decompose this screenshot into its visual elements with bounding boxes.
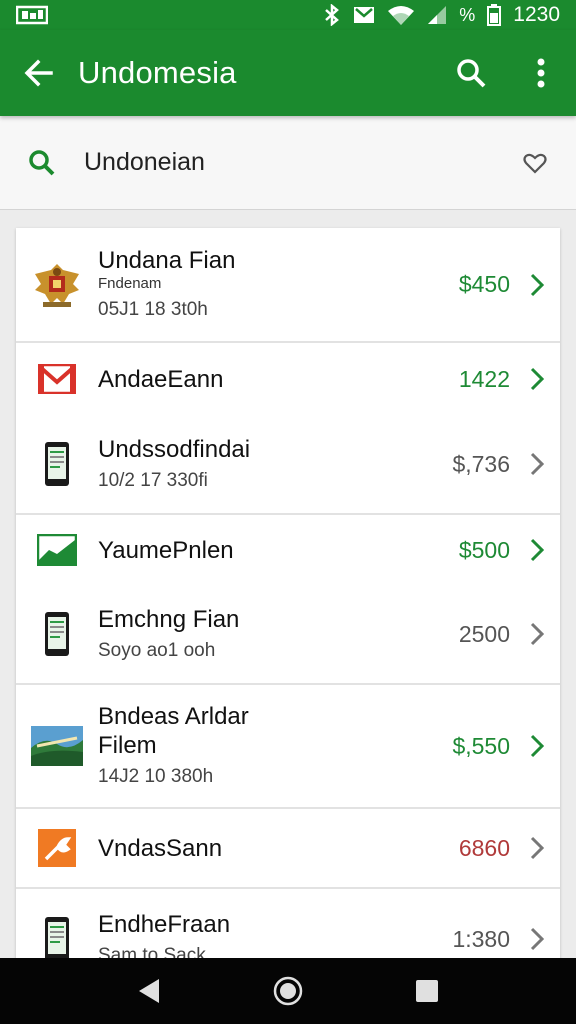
phone-icon [45,612,69,656]
item-subtitle-small: Fndenam [98,275,162,292]
page-title: Undomesia [78,55,237,90]
search-field[interactable]: Undoneian [0,116,576,210]
item-amount: $,550 [452,732,510,759]
chevron-right-icon [530,367,544,391]
overflow-menu-icon [537,58,545,88]
list-item[interactable]: VndasSann 6860 [16,809,560,889]
landscape-photo-icon [31,726,83,766]
back-button[interactable] [0,30,78,116]
list-item[interactable]: Undana Fian Fndenam 05J1 18 3t0h $450 [16,228,560,343]
battery-icon [487,4,502,26]
tool-app-icon [38,829,76,867]
chevron-right-icon [530,452,544,476]
item-amount: $450 [458,271,510,297]
chevron-right-icon [530,927,544,951]
gmail-icon [38,364,76,394]
item-subtitle: 05J1 18 3t0h [98,299,208,320]
item-title: AndaeEann [98,365,224,393]
nav-home-icon [273,976,303,1006]
mail-icon [353,5,375,25]
item-amount: 1:380 [452,925,510,952]
list-item[interactable]: Undssodfindai 10/2 17 330fi $,736 [16,415,560,515]
nav-home-button[interactable] [258,961,318,1021]
nav-recents-icon [415,980,438,1002]
favorite-button[interactable] [494,152,576,174]
search-button[interactable] [436,30,506,116]
status-time: 1230 [513,3,560,26]
nav-back-button[interactable] [119,961,179,1021]
chevron-right-icon [530,273,544,296]
item-title: Bndeas Arldar [98,703,249,730]
chevron-right-icon [530,836,544,860]
battery-percent: % [459,4,476,25]
results-list: Undana Fian Fndenam 05J1 18 3t0h $450 An… [16,228,560,968]
item-title: Undssodfindai [98,435,251,463]
search-icon [29,149,55,175]
search-query: Undoneian [84,148,205,176]
system-nav-bar [0,958,576,1024]
chevron-right-icon [530,538,544,562]
list-item[interactable]: Bndeas Arldar Filem 14J2 10 380h $,550 [16,685,560,809]
item-title: Emchng Fian [98,605,240,633]
item-subtitle: 14J2 10 380h [98,766,214,787]
heart-icon [523,153,547,174]
phone-icon [45,442,69,486]
list-item[interactable]: AndaeEann 1422 [16,343,560,415]
item-amount: $500 [458,536,510,563]
item-amount: 6860 [458,834,510,861]
gallery-icon [16,5,48,25]
phone-icon [45,917,69,961]
search-icon [457,59,486,88]
item-subtitle: 10/2 17 330fi [98,469,208,491]
chevron-right-icon [530,622,544,646]
nav-recents-button[interactable] [397,961,457,1021]
nav-back-icon [139,979,160,1003]
list-item[interactable]: YaumePnlen $500 [16,515,560,585]
item-amount: 2500 [458,620,510,647]
app-bar: Undomesia [0,30,576,116]
signal-icon [427,5,447,25]
bluetooth-icon [323,4,341,26]
chevron-right-icon [530,734,544,758]
item-title: EndheFraan [98,910,231,938]
list-item[interactable]: EndheFraan Sam to Sack 1:380 [16,889,560,968]
overflow-menu-button[interactable] [506,30,576,116]
coat-of-arms-icon [35,263,79,307]
item-title: VndasSann [98,834,223,862]
status-bar: % 1230 [0,0,576,30]
item-subtitle: Soyo ao1 ooh [98,639,216,661]
item-title: Undana Fian [98,247,236,274]
wifi-icon [387,4,415,26]
item-amount: $,736 [452,450,510,477]
back-arrow-icon [24,59,53,87]
trend-chart-icon [37,534,77,566]
item-title-line2: Filem [98,732,157,759]
item-title: YaumePnlen [98,536,234,564]
list-item[interactable]: Emchng Fian Soyo ao1 ooh 2500 [16,585,560,685]
item-amount: 1422 [458,365,510,392]
